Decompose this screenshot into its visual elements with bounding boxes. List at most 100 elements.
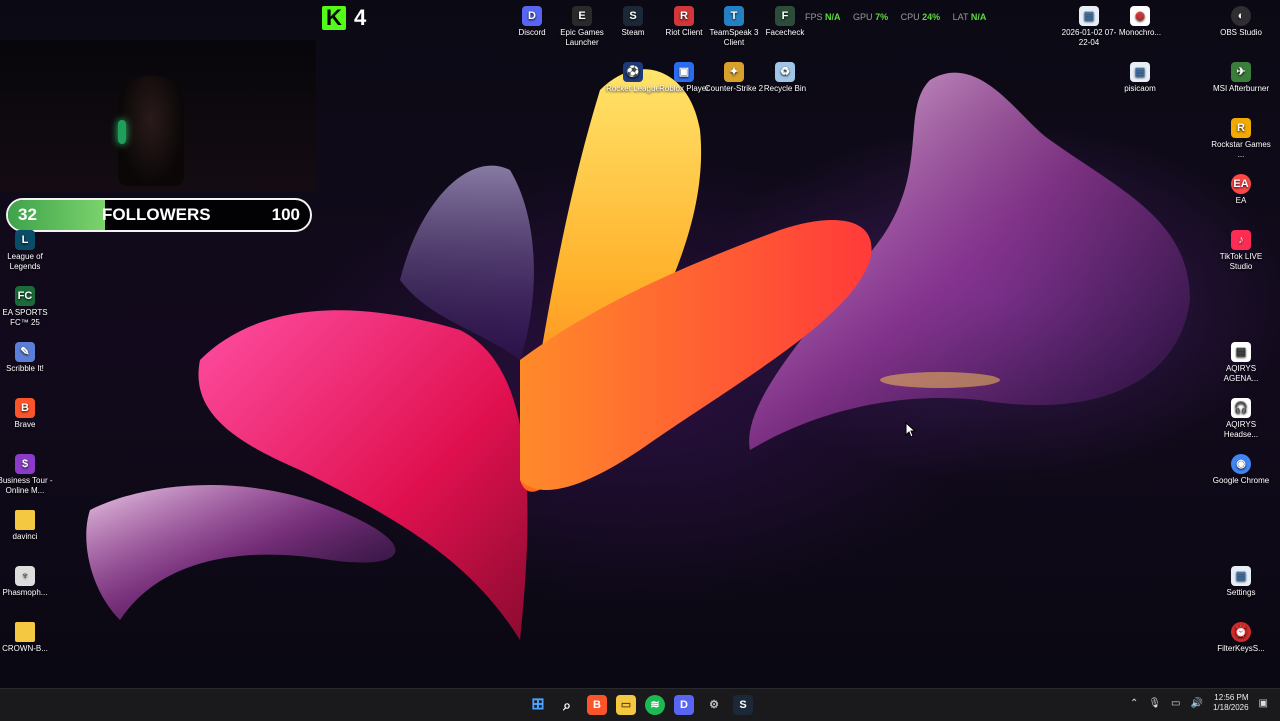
performance-overlay: FPS N/A GPU 7% CPU 24% LAT N/A (805, 12, 996, 22)
desktop-icon-scribble-it[interactable]: ✎ Scribble It! (0, 342, 55, 374)
aqirys-icon: ▤ (1231, 342, 1251, 362)
teamspeak-icon: T (724, 6, 744, 26)
clock-time: 12:56 PM (1214, 693, 1249, 702)
desktop-icon-filterkeys[interactable]: ⏰ FilterKeysS... (1211, 622, 1271, 654)
clock[interactable]: 12:56 PM 1/18/2026 (1213, 693, 1249, 713)
league-icon: L (15, 230, 35, 250)
file-icon: ▤ (1079, 6, 1099, 26)
desktop-icon-facecheck[interactable]: F Facecheck (755, 6, 815, 38)
followers-current: 32 (18, 205, 37, 224)
mouse-cursor-icon (905, 422, 917, 438)
icon-label: Rocket League (606, 84, 660, 93)
lat-value: N/A (970, 12, 987, 22)
chrome-icon: ◉ (1231, 454, 1251, 474)
fps-value: N/A (825, 12, 841, 22)
streamer-silhouette (118, 76, 184, 186)
chevron-up-icon[interactable]: ⌃ (1130, 698, 1138, 709)
followers-goal: 100 (271, 205, 300, 224)
counter-strike-icon: ✦ (724, 62, 744, 82)
brave-icon: B (15, 398, 35, 418)
icon-label: Business Tour - Online M... (0, 476, 53, 495)
desktop-icon-crown-folder[interactable]: CROWN-B... (0, 622, 55, 654)
rocket-league-icon: ⚽ (623, 62, 643, 82)
desktop-icon-brave[interactable]: B Brave (0, 398, 55, 430)
kick-count: 4 (354, 5, 367, 30)
steam-tool-icon[interactable]: ⚙ (704, 695, 724, 715)
icon-label: davinci (12, 532, 38, 541)
desktop-icon-rockstar[interactable]: R Rockstar Games ... (1211, 118, 1271, 160)
discord-icon[interactable]: D (674, 695, 694, 715)
ea-icon: EA (1231, 174, 1251, 194)
desktop-icon-pisicaom[interactable]: ▤ pisicaom (1110, 62, 1170, 94)
headset-glow (118, 120, 126, 144)
desktop[interactable]: K 4 32 FOLLOWERS 100 FPS N/A GPU 7% CPU … (0, 0, 1280, 688)
system-tray: ⌃ 🎙 ▭ 🔊 12:56 PM 1/18/2026 ▣ (1130, 693, 1268, 713)
icon-label: FilterKeysS... (1217, 644, 1265, 653)
gpu-value: 7% (875, 12, 889, 22)
desktop-icon-aqirys-agena[interactable]: ▤ AQIRYS AGENA... (1211, 342, 1271, 384)
desktop-icon-google-chrome[interactable]: ◉ Google Chrome (1211, 454, 1271, 486)
icon-label: OBS Studio (1220, 28, 1262, 37)
roblox-icon: ▣ (674, 62, 694, 82)
desktop-icon-settings[interactable]: ▤ Settings (1211, 566, 1271, 598)
icon-label: TikTok LIVE Studio (1219, 252, 1263, 271)
desktop-icon-phasmophobia[interactable]: ♆ Phasmoph... (0, 566, 55, 598)
desktop-icon-recycle-bin[interactable]: ♻ Recycle Bin (755, 62, 815, 94)
desktop-icon-obs[interactable]: ◐ OBS Studio (1211, 6, 1271, 38)
notifications-icon[interactable]: ▣ (1259, 698, 1268, 709)
spotify-icon[interactable]: ≋ (645, 695, 665, 715)
rockstar-icon: R (1231, 118, 1251, 138)
riot-icon: R (674, 6, 694, 26)
desktop-icon-aqirys-headset[interactable]: 🎧 AQIRYS Headse... (1211, 398, 1271, 440)
desktop-icon-davinci-folder[interactable]: davinci (0, 510, 55, 542)
icon-label: EA SPORTS FC™ 25 (2, 308, 48, 327)
desktop-icon-monochrome[interactable]: ◉ Monochro... (1110, 6, 1170, 38)
windows-start-icon[interactable]: ⊞ (528, 695, 548, 715)
desktop-icon-msi-afterburner[interactable]: ✈ MSI Afterburner (1211, 62, 1271, 94)
folder-icon (15, 510, 35, 530)
followers-label: FOLLOWERS (102, 205, 211, 224)
icon-label: TeamSpeak 3 Client (709, 28, 759, 47)
search-icon[interactable]: ⌕ (557, 695, 577, 715)
icon-label: Epic Games Launcher (560, 28, 604, 47)
brave-icon[interactable]: B (587, 695, 607, 715)
desktop-icon-business-tour[interactable]: $ Business Tour - Online M... (0, 454, 55, 496)
icon-label: pisicaom (1124, 84, 1156, 93)
msi-afterburner-icon: ✈ (1231, 62, 1251, 82)
clock-date: 1/18/2026 (1212, 703, 1249, 712)
desktop-icon-ea-sports-fc25[interactable]: FC EA SPORTS FC™ 25 (0, 286, 55, 328)
icon-label: Facecheck (765, 28, 805, 37)
epic-games-icon: E (572, 6, 592, 26)
lat-label: LAT (952, 12, 969, 22)
icon-label: Rockstar Games ... (1211, 140, 1271, 159)
icon-label: Settings (1226, 588, 1256, 597)
microphone-icon[interactable]: 🎙 (1148, 698, 1161, 709)
file-icon: ▤ (1130, 62, 1150, 82)
icon-label: Roblox Player (659, 84, 709, 93)
icon-label: AQIRYS Headse... (1223, 420, 1259, 439)
obs-icon: ◐ (1231, 6, 1251, 26)
filterkeys-icon: ⏰ (1231, 622, 1251, 642)
network-icon[interactable]: ▭ (1171, 698, 1180, 709)
cpu-value: 24% (922, 12, 941, 22)
icon-label: AQIRYS AGENA... (1223, 364, 1259, 383)
recycle-bin-icon: ♻ (775, 62, 795, 82)
steam-icon[interactable]: S (733, 695, 753, 715)
icon-label: Google Chrome (1212, 476, 1270, 485)
desktop-icon-tiktok-live-studio[interactable]: ♪ TikTok LIVE Studio (1211, 230, 1271, 272)
taskbar: ⊞ ⌕ B ▭ ≋ D ⚙ S ⌃ 🎙 ▭ 🔊 12:56 PM 1/18/20… (0, 688, 1280, 721)
icon-label: Discord (518, 28, 546, 37)
file-explorer-icon[interactable]: ▭ (616, 695, 636, 715)
icon-label: Steam (621, 28, 645, 37)
desktop-icon-ea[interactable]: EA EA (1211, 174, 1271, 206)
icon-label: EA (1235, 196, 1247, 205)
folder-icon (15, 622, 35, 642)
chrome-icon: ◉ (1130, 6, 1150, 26)
phasmophobia-icon: ♆ (15, 566, 35, 586)
icon-label: Phasmoph... (2, 588, 48, 597)
tiktok-icon: ♪ (1231, 230, 1251, 250)
volume-icon[interactable]: 🔊 (1191, 698, 1203, 709)
desktop-icon-league-of-legends[interactable]: L League of Legends (0, 230, 55, 272)
icon-label: Recycle Bin (763, 84, 807, 93)
icon-label: League of Legends (7, 252, 43, 271)
